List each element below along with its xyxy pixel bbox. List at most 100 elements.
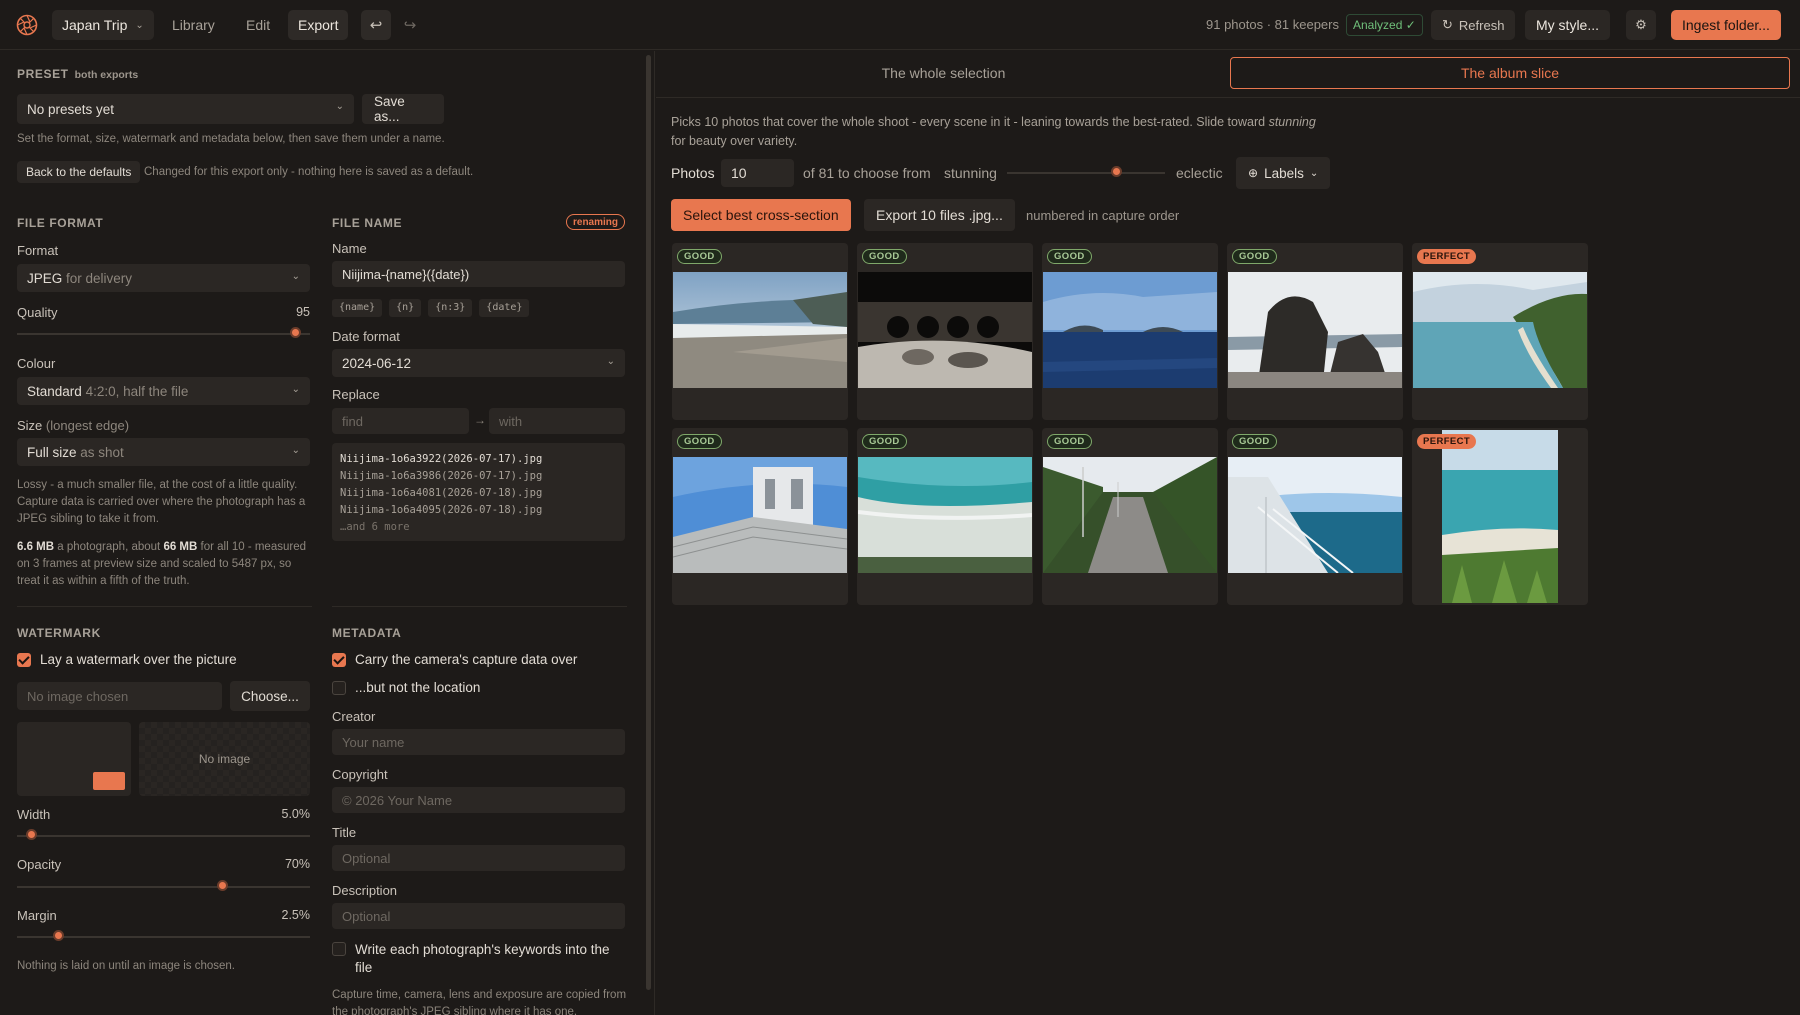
watermark-note: Nothing is laid on until an image is cho… xyxy=(17,960,235,972)
description-input[interactable]: Optional xyxy=(332,903,625,929)
save-as-button[interactable]: Save as... xyxy=(362,94,444,124)
date-format-label: Date format xyxy=(332,329,400,344)
quality-slider-track[interactable] xyxy=(17,333,310,335)
tab-export[interactable]: Export xyxy=(288,10,349,40)
photo-thumbnail[interactable]: GOOD xyxy=(1042,243,1218,420)
watermark-image-input[interactable]: No image chosen xyxy=(17,682,222,710)
preset-select[interactable]: No presets yet ⌄ xyxy=(17,94,354,124)
stunning-eclectic-slider-track[interactable] xyxy=(1007,172,1165,174)
photo-stats: 91 photos · 81 keepers xyxy=(1206,17,1339,32)
size-value-hint: as shot xyxy=(80,444,124,460)
wm-margin-slider-handle[interactable] xyxy=(52,930,64,941)
photos-label: Photos xyxy=(671,165,715,181)
replace-with-input[interactable]: with xyxy=(489,408,625,434)
quality-slider-handle[interactable] xyxy=(289,327,301,338)
creator-input[interactable]: Your name xyxy=(332,729,625,755)
token-chip[interactable]: {n:3} xyxy=(428,299,473,317)
wm-opacity-slider-track[interactable] xyxy=(17,886,310,888)
watermark-enable-label: Lay a watermark over the picture xyxy=(40,652,237,667)
photo-thumbnail[interactable]: GOOD xyxy=(672,428,848,605)
project-switcher[interactable]: Japan Trip ⌄ xyxy=(52,10,154,40)
back-to-defaults-button[interactable]: Back to the defaults xyxy=(17,161,141,183)
undo-icon[interactable]: ↩ xyxy=(361,10,391,40)
renaming-badge: renaming xyxy=(566,214,626,230)
token-chip[interactable]: {name} xyxy=(332,299,383,317)
format-value: JPEG xyxy=(27,270,63,286)
divider xyxy=(17,606,312,607)
ingest-folder-button[interactable]: Ingest folder... xyxy=(1671,10,1781,40)
wm-opacity-value: 70% xyxy=(284,857,310,871)
watermark-checkbox[interactable] xyxy=(17,653,31,667)
watermark-position-picker[interactable] xyxy=(17,722,131,796)
watermark-position-marker[interactable] xyxy=(93,772,125,790)
preset-subtitle: both exports xyxy=(74,69,139,81)
export-files-button[interactable]: Export 10 files .jpg... xyxy=(864,199,1015,231)
photo-thumbnail[interactable]: GOOD xyxy=(857,428,1033,605)
format-select[interactable]: JPEG for delivery ⌄ xyxy=(17,264,310,292)
choose-image-button[interactable]: Choose... xyxy=(230,681,310,711)
size-select[interactable]: Full size as shot ⌄ xyxy=(17,438,310,466)
watermark-title: WATERMARK xyxy=(17,626,101,640)
wm-margin-value: 2.5% xyxy=(281,908,311,922)
select-best-button[interactable]: Select best cross-section xyxy=(671,199,851,231)
chevron-down-icon: ⌄ xyxy=(291,445,300,456)
tab-library[interactable]: Library xyxy=(162,10,225,40)
photo-image xyxy=(1043,457,1217,573)
keywords-checkbox[interactable] xyxy=(332,942,346,956)
gear-icon[interactable]: ⚙ xyxy=(1626,10,1656,40)
desc-emphasis: stunning xyxy=(1268,115,1316,129)
filename-preview: Niijima-1o6a3922(2026-07-17).jpg Niijima… xyxy=(332,443,625,541)
photo-thumbnail[interactable]: PERFECT xyxy=(1412,243,1588,420)
preview-more: …and 6 more xyxy=(340,521,410,533)
wm-opacity-slider-handle[interactable] xyxy=(216,880,228,891)
no-location-checkbox[interactable] xyxy=(332,681,346,695)
token-chip[interactable]: {date} xyxy=(479,299,530,317)
photo-image xyxy=(1043,272,1217,388)
token-chip[interactable]: {n} xyxy=(389,299,422,317)
quality-label: Quality xyxy=(17,305,58,320)
copyright-label: Copyright xyxy=(332,767,388,782)
desc-part: for beauty over variety. xyxy=(671,134,798,148)
rating-badge: GOOD xyxy=(1232,434,1277,449)
date-format-select[interactable]: 2024-06-12 ⌄ xyxy=(332,349,625,377)
keywords-label: Write each photograph's keywords into th… xyxy=(355,942,610,975)
preset-help: Set the format, size, watermark and meta… xyxy=(17,133,445,145)
stunning-eclectic-slider-handle[interactable] xyxy=(1110,166,1122,177)
tab-edit[interactable]: Edit xyxy=(236,10,280,40)
app-logo-icon[interactable] xyxy=(16,14,38,36)
redo-icon[interactable]: ↪ xyxy=(395,10,425,40)
rating-badge: GOOD xyxy=(1047,249,1092,264)
wm-margin-label: Margin xyxy=(17,908,57,923)
colour-select[interactable]: Standard 4:2:0, half the file ⌄ xyxy=(17,377,310,405)
photo-thumbnail[interactable]: GOOD xyxy=(672,243,848,420)
title-input[interactable]: Optional xyxy=(332,845,625,871)
back-defaults-note: Changed for this export only - nothing h… xyxy=(144,166,474,178)
title-label: Title xyxy=(332,825,357,840)
photo-thumbnail[interactable]: GOOD xyxy=(857,243,1033,420)
left-scrollbar[interactable] xyxy=(646,55,651,990)
replace-find-input[interactable]: find xyxy=(332,408,469,434)
photo-thumbnail[interactable]: PERFECT xyxy=(1412,428,1588,605)
preset-section-title: PRESET both exports xyxy=(17,67,138,81)
chevron-down-icon: ⌄ xyxy=(135,19,144,31)
photo-thumbnail[interactable]: GOOD xyxy=(1042,428,1218,605)
labels-button[interactable]: ⊕ Labels ⌄ xyxy=(1236,157,1331,189)
refresh-label: Refresh xyxy=(1458,17,1505,33)
tab-album-slice[interactable]: The album slice xyxy=(1230,57,1790,89)
my-style-button[interactable]: My style... xyxy=(1525,10,1611,40)
copyright-input[interactable]: © 2026 Your Name xyxy=(332,787,625,813)
photos-count-input[interactable]: 10 xyxy=(721,159,794,187)
photo-thumbnail[interactable]: GOOD xyxy=(1227,243,1403,420)
rating-badge: PERFECT xyxy=(1417,249,1477,264)
rating-badge: GOOD xyxy=(862,249,907,264)
size-estimate: 6.6 MB a photograph, about 66 MB for all… xyxy=(17,539,312,590)
wm-width-slider-track[interactable] xyxy=(17,835,310,837)
refresh-button[interactable]: ↻ Refresh xyxy=(1431,10,1516,40)
no-image-text: No image xyxy=(198,752,251,766)
carry-capture-checkbox[interactable] xyxy=(332,653,346,667)
photo-thumbnail[interactable]: GOOD xyxy=(1227,428,1403,605)
rating-badge: GOOD xyxy=(677,434,722,449)
tab-whole-selection[interactable]: The whole selection xyxy=(656,57,1231,89)
photo-image xyxy=(1413,272,1587,388)
name-pattern-input[interactable]: Niijima-{name}({date}) xyxy=(332,261,625,287)
